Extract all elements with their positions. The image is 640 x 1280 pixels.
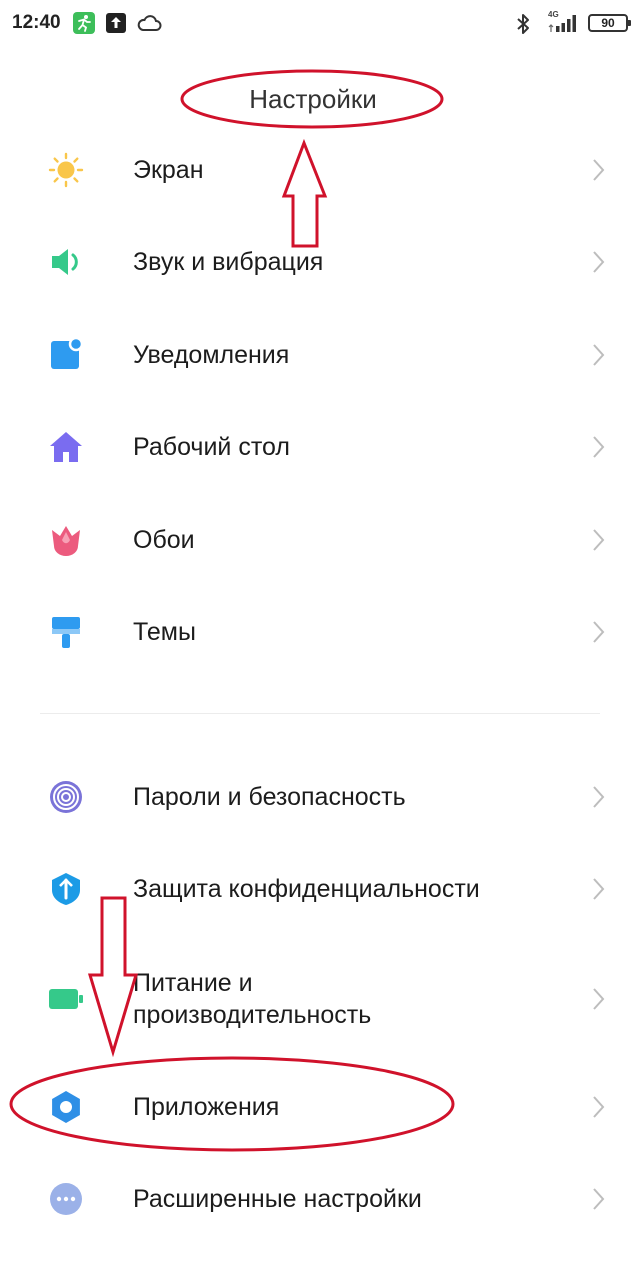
gear-icon — [48, 1089, 84, 1125]
settings-item-label: Пароли и безопасность — [133, 783, 406, 811]
settings-item-label: Защита конфиденциальности — [133, 875, 480, 903]
chevron-right-icon — [590, 342, 606, 368]
label-line: производительность — [133, 1001, 372, 1029]
settings-item-wallpaper[interactable]: Обои — [0, 494, 640, 586]
bluetooth-icon — [514, 13, 532, 40]
settings-item-label: Питание и производительность — [133, 967, 371, 1031]
home-icon — [48, 429, 84, 465]
chevron-right-icon — [590, 986, 606, 1012]
shield-icon — [48, 871, 84, 907]
settings-item-themes[interactable]: Темы — [0, 586, 640, 678]
chevron-right-icon — [590, 157, 606, 183]
settings-item-label: Рабочий стол — [133, 433, 290, 461]
fingerprint-icon — [48, 779, 84, 815]
settings-item-display[interactable]: Экран — [0, 124, 640, 216]
settings-item-apps[interactable]: Приложения — [0, 1061, 640, 1153]
settings-item-label: Звук и вибрация — [133, 248, 324, 276]
settings-item-privacy[interactable]: Защита конфиденциальности — [0, 843, 640, 935]
settings-item-label: Обои — [133, 526, 195, 554]
upload-icon — [106, 12, 126, 39]
chevron-right-icon — [590, 1186, 606, 1212]
chevron-right-icon — [590, 527, 606, 553]
chevron-right-icon — [590, 876, 606, 902]
chevron-right-icon — [590, 784, 606, 810]
settings-item-power-performance[interactable]: Питание и производительность — [0, 935, 640, 1063]
settings-item-passwords-security[interactable]: Пароли и безопасность — [0, 751, 640, 843]
settings-item-label: Темы — [133, 618, 196, 646]
cloud-icon — [136, 12, 162, 39]
section-divider — [40, 713, 600, 714]
settings-item-sound[interactable]: Звук и вибрация — [0, 216, 640, 308]
more-icon — [48, 1181, 84, 1217]
speaker-icon — [48, 244, 84, 280]
settings-item-label: Уведомления — [133, 341, 290, 369]
battery-icon — [48, 981, 84, 1017]
settings-item-label: Приложения — [133, 1093, 280, 1121]
settings-item-label: Расширенные настройки — [133, 1185, 422, 1213]
page-title: Настройки — [249, 84, 377, 114]
notification-icon — [48, 336, 84, 373]
battery-indicator: 90 — [588, 14, 631, 32]
chevron-right-icon — [590, 434, 606, 460]
settings-item-desktop[interactable]: Рабочий стол — [0, 401, 640, 493]
status-time: 12:40 — [12, 12, 61, 33]
signal-icon — [548, 13, 580, 38]
sun-icon — [48, 152, 84, 188]
chevron-right-icon — [590, 619, 606, 645]
label-line: Питание и — [133, 969, 253, 997]
settings-item-advanced[interactable]: Расширенные настройки — [0, 1153, 640, 1245]
tulip-icon — [48, 522, 84, 558]
status-bar: 12:40 4G 90 — [0, 0, 640, 48]
fitness-app-icon — [73, 12, 95, 39]
brush-icon — [48, 614, 84, 650]
chevron-right-icon — [590, 249, 606, 275]
settings-item-label: Экран — [133, 156, 204, 184]
settings-item-notifications[interactable]: Уведомления — [0, 309, 640, 401]
chevron-right-icon — [590, 1094, 606, 1120]
